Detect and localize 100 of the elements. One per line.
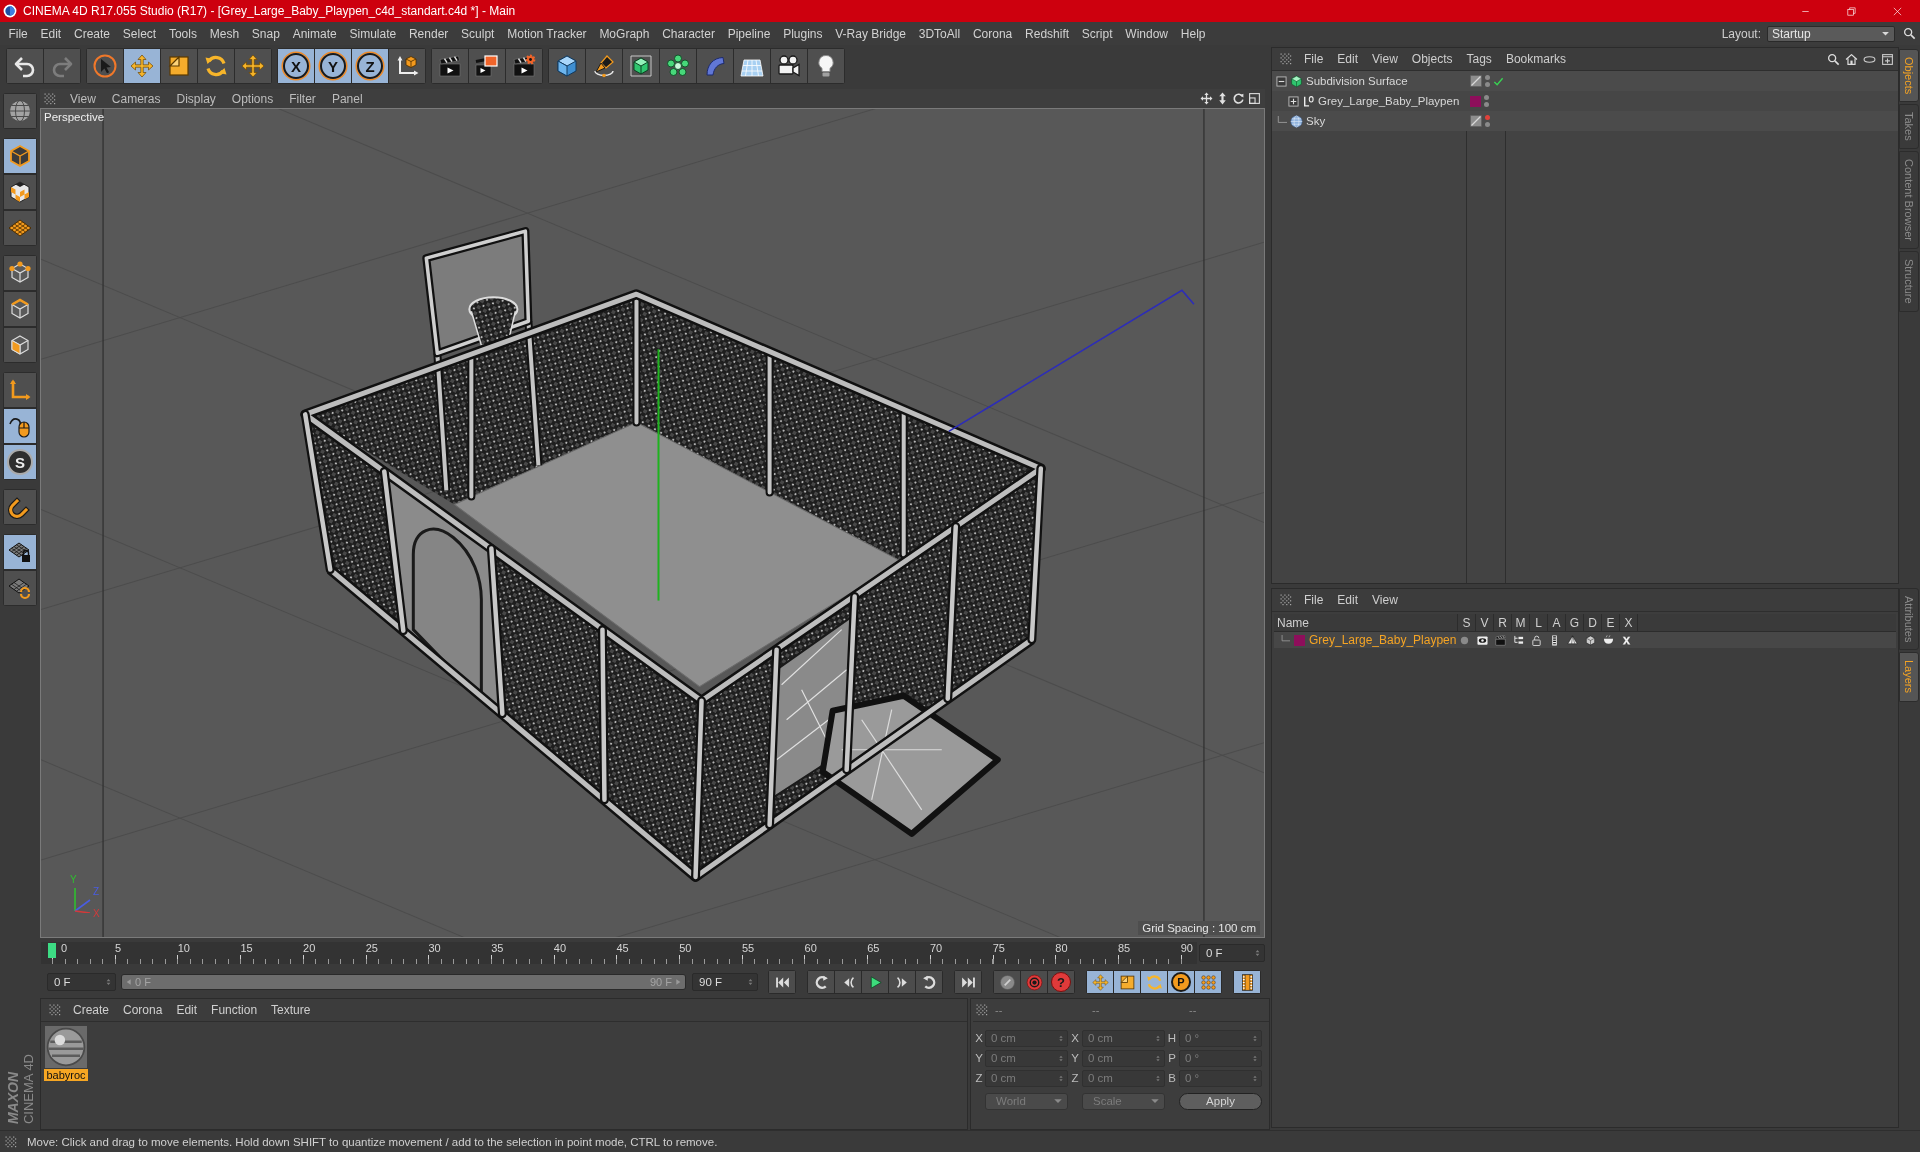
playpen-drawing[interactable]: [300, 227, 1046, 882]
cube-icon[interactable]: [1584, 634, 1596, 646]
maximize-view-icon[interactable]: [1248, 92, 1261, 105]
timeline-button[interactable]: [1234, 971, 1260, 993]
menu-item[interactable]: Corona: [123, 1003, 163, 1017]
menu-item[interactable]: Tags: [1466, 52, 1492, 66]
viewport-menu-item[interactable]: Display: [176, 91, 216, 106]
viewport-menu-item[interactable]: Options: [231, 91, 274, 106]
menu-item[interactable]: Snap: [245, 26, 287, 41]
tweak-mode-button[interactable]: [4, 409, 36, 443]
material-sphere-icon[interactable]: [45, 1026, 87, 1068]
autokey-button[interactable]: [1021, 971, 1047, 993]
menu-item[interactable]: Create: [67, 26, 117, 41]
locked-workplane-button[interactable]: [4, 535, 36, 569]
menu-item[interactable]: Objects: [1411, 52, 1453, 66]
rotate-tool-button[interactable]: [198, 49, 234, 83]
play-button[interactable]: [862, 971, 888, 993]
menu-item[interactable]: Script: [1075, 26, 1119, 41]
checkmark-icon[interactable]: [1493, 75, 1504, 87]
move-tool-button[interactable]: [235, 49, 271, 83]
previous-frame-button[interactable]: [835, 971, 861, 993]
object-row[interactable]: Subdivision Surface: [1272, 71, 1898, 91]
menu-item[interactable]: File: [1304, 52, 1324, 66]
expand-icon[interactable]: [1288, 95, 1299, 107]
menu-item[interactable]: View: [1372, 52, 1398, 66]
menu-item[interactable]: Select: [116, 26, 163, 41]
globe-button[interactable]: [4, 94, 36, 128]
cup-icon[interactable]: [1602, 634, 1614, 646]
scale-tool-button[interactable]: [161, 49, 197, 83]
editor-visibility-dot-icon[interactable]: [1485, 115, 1490, 120]
axis-lock-button[interactable]: Z: [352, 49, 388, 83]
menu-item[interactable]: MoGraph: [593, 26, 656, 41]
render-visibility-dot-icon[interactable]: [1485, 82, 1490, 87]
points-mode-button[interactable]: [4, 256, 36, 290]
menu-item[interactable]: Texture: [271, 1003, 311, 1017]
last-frame-button[interactable]: [955, 971, 981, 993]
column-header[interactable]: V: [1476, 614, 1494, 631]
next-key-button[interactable]: [916, 971, 942, 993]
object-name[interactable]: Subdivision Surface: [1306, 75, 1408, 87]
menu-item[interactable]: Sculpt: [454, 26, 501, 41]
menu-item[interactable]: Simulate: [343, 26, 403, 41]
magnet-button[interactable]: [4, 490, 36, 524]
camera-button[interactable]: [771, 49, 807, 83]
axis-lock-button[interactable]: Y: [315, 49, 351, 83]
pyramid-icon[interactable]: [1566, 634, 1578, 646]
cube-button[interactable]: [549, 49, 585, 83]
menu-item[interactable]: Edit: [176, 1003, 198, 1017]
previous-key-button[interactable]: [808, 971, 834, 993]
workplane-button[interactable]: [4, 211, 36, 245]
record-button[interactable]: [994, 971, 1020, 993]
render-visibility-dot-icon[interactable]: [1485, 122, 1490, 127]
column-header[interactable]: L: [1530, 614, 1548, 631]
menu-item[interactable]: Animate: [286, 26, 344, 41]
menu-item[interactable]: Redshift: [1018, 26, 1076, 41]
axis-mode-button[interactable]: [4, 373, 36, 407]
cloner-button[interactable]: [660, 49, 696, 83]
render-button[interactable]: [469, 49, 505, 83]
menu-item[interactable]: 3DToAll: [912, 26, 967, 41]
menu-item[interactable]: Render: [402, 26, 455, 41]
workplane-sync-button[interactable]: [4, 571, 36, 605]
column-header[interactable]: Name: [1274, 614, 1458, 631]
render-view-button[interactable]: [432, 49, 468, 83]
snap-button[interactable]: S: [4, 445, 36, 479]
viewport-menu-item[interactable]: View: [70, 91, 96, 106]
coordinate-system-button[interactable]: [389, 49, 425, 83]
hierarchy-icon[interactable]: [1512, 634, 1524, 646]
layer-color-icon[interactable]: [1294, 634, 1305, 646]
playhead-handle[interactable]: [48, 943, 56, 958]
scale-key-button[interactable]: [1114, 971, 1140, 993]
search-icon[interactable]: [1827, 52, 1840, 66]
select-tool-button[interactable]: [87, 49, 123, 83]
menu-item[interactable]: Create: [73, 1003, 110, 1017]
layer-row[interactable]: Grey_Large_Baby_Playpen: [1274, 632, 1896, 648]
menu-item[interactable]: V-Ray Bridge: [828, 26, 913, 41]
menu-item[interactable]: Plugins: [776, 26, 829, 41]
first-frame-button[interactable]: [769, 971, 795, 993]
viewport-menu-item[interactable]: Filter: [289, 91, 316, 106]
menu-item[interactable]: Bookmarks: [1505, 52, 1566, 66]
column-header[interactable]: G: [1566, 614, 1584, 631]
x-shape-icon[interactable]: [1620, 634, 1632, 646]
side-tab[interactable]: Objects: [1899, 49, 1919, 103]
camera-label[interactable]: Perspective: [44, 111, 105, 123]
object-name[interactable]: Sky: [1306, 115, 1326, 127]
pen-button[interactable]: [586, 49, 622, 83]
start-frame-field[interactable]: 0 F: [47, 973, 116, 991]
light-button[interactable]: [808, 49, 844, 83]
keyframe-selection-button[interactable]: ?: [1048, 971, 1074, 993]
column-header[interactable]: E: [1602, 614, 1620, 631]
menu-item[interactable]: Edit: [34, 26, 68, 41]
layout-dropdown[interactable]: Startup: [1767, 25, 1895, 42]
column-header[interactable]: R: [1494, 614, 1512, 631]
menu-item[interactable]: Function: [211, 1003, 258, 1017]
render-settings-button[interactable]: [506, 49, 542, 83]
new-window-icon[interactable]: [1881, 52, 1894, 66]
material-name[interactable]: babyroc: [44, 1069, 88, 1081]
parameter-key-button[interactable]: P: [1168, 971, 1194, 993]
subdivision-button[interactable]: [623, 49, 659, 83]
next-frame-button[interactable]: [889, 971, 915, 993]
edges-mode-button[interactable]: [4, 292, 36, 326]
move-view-icon[interactable]: [1200, 92, 1213, 105]
